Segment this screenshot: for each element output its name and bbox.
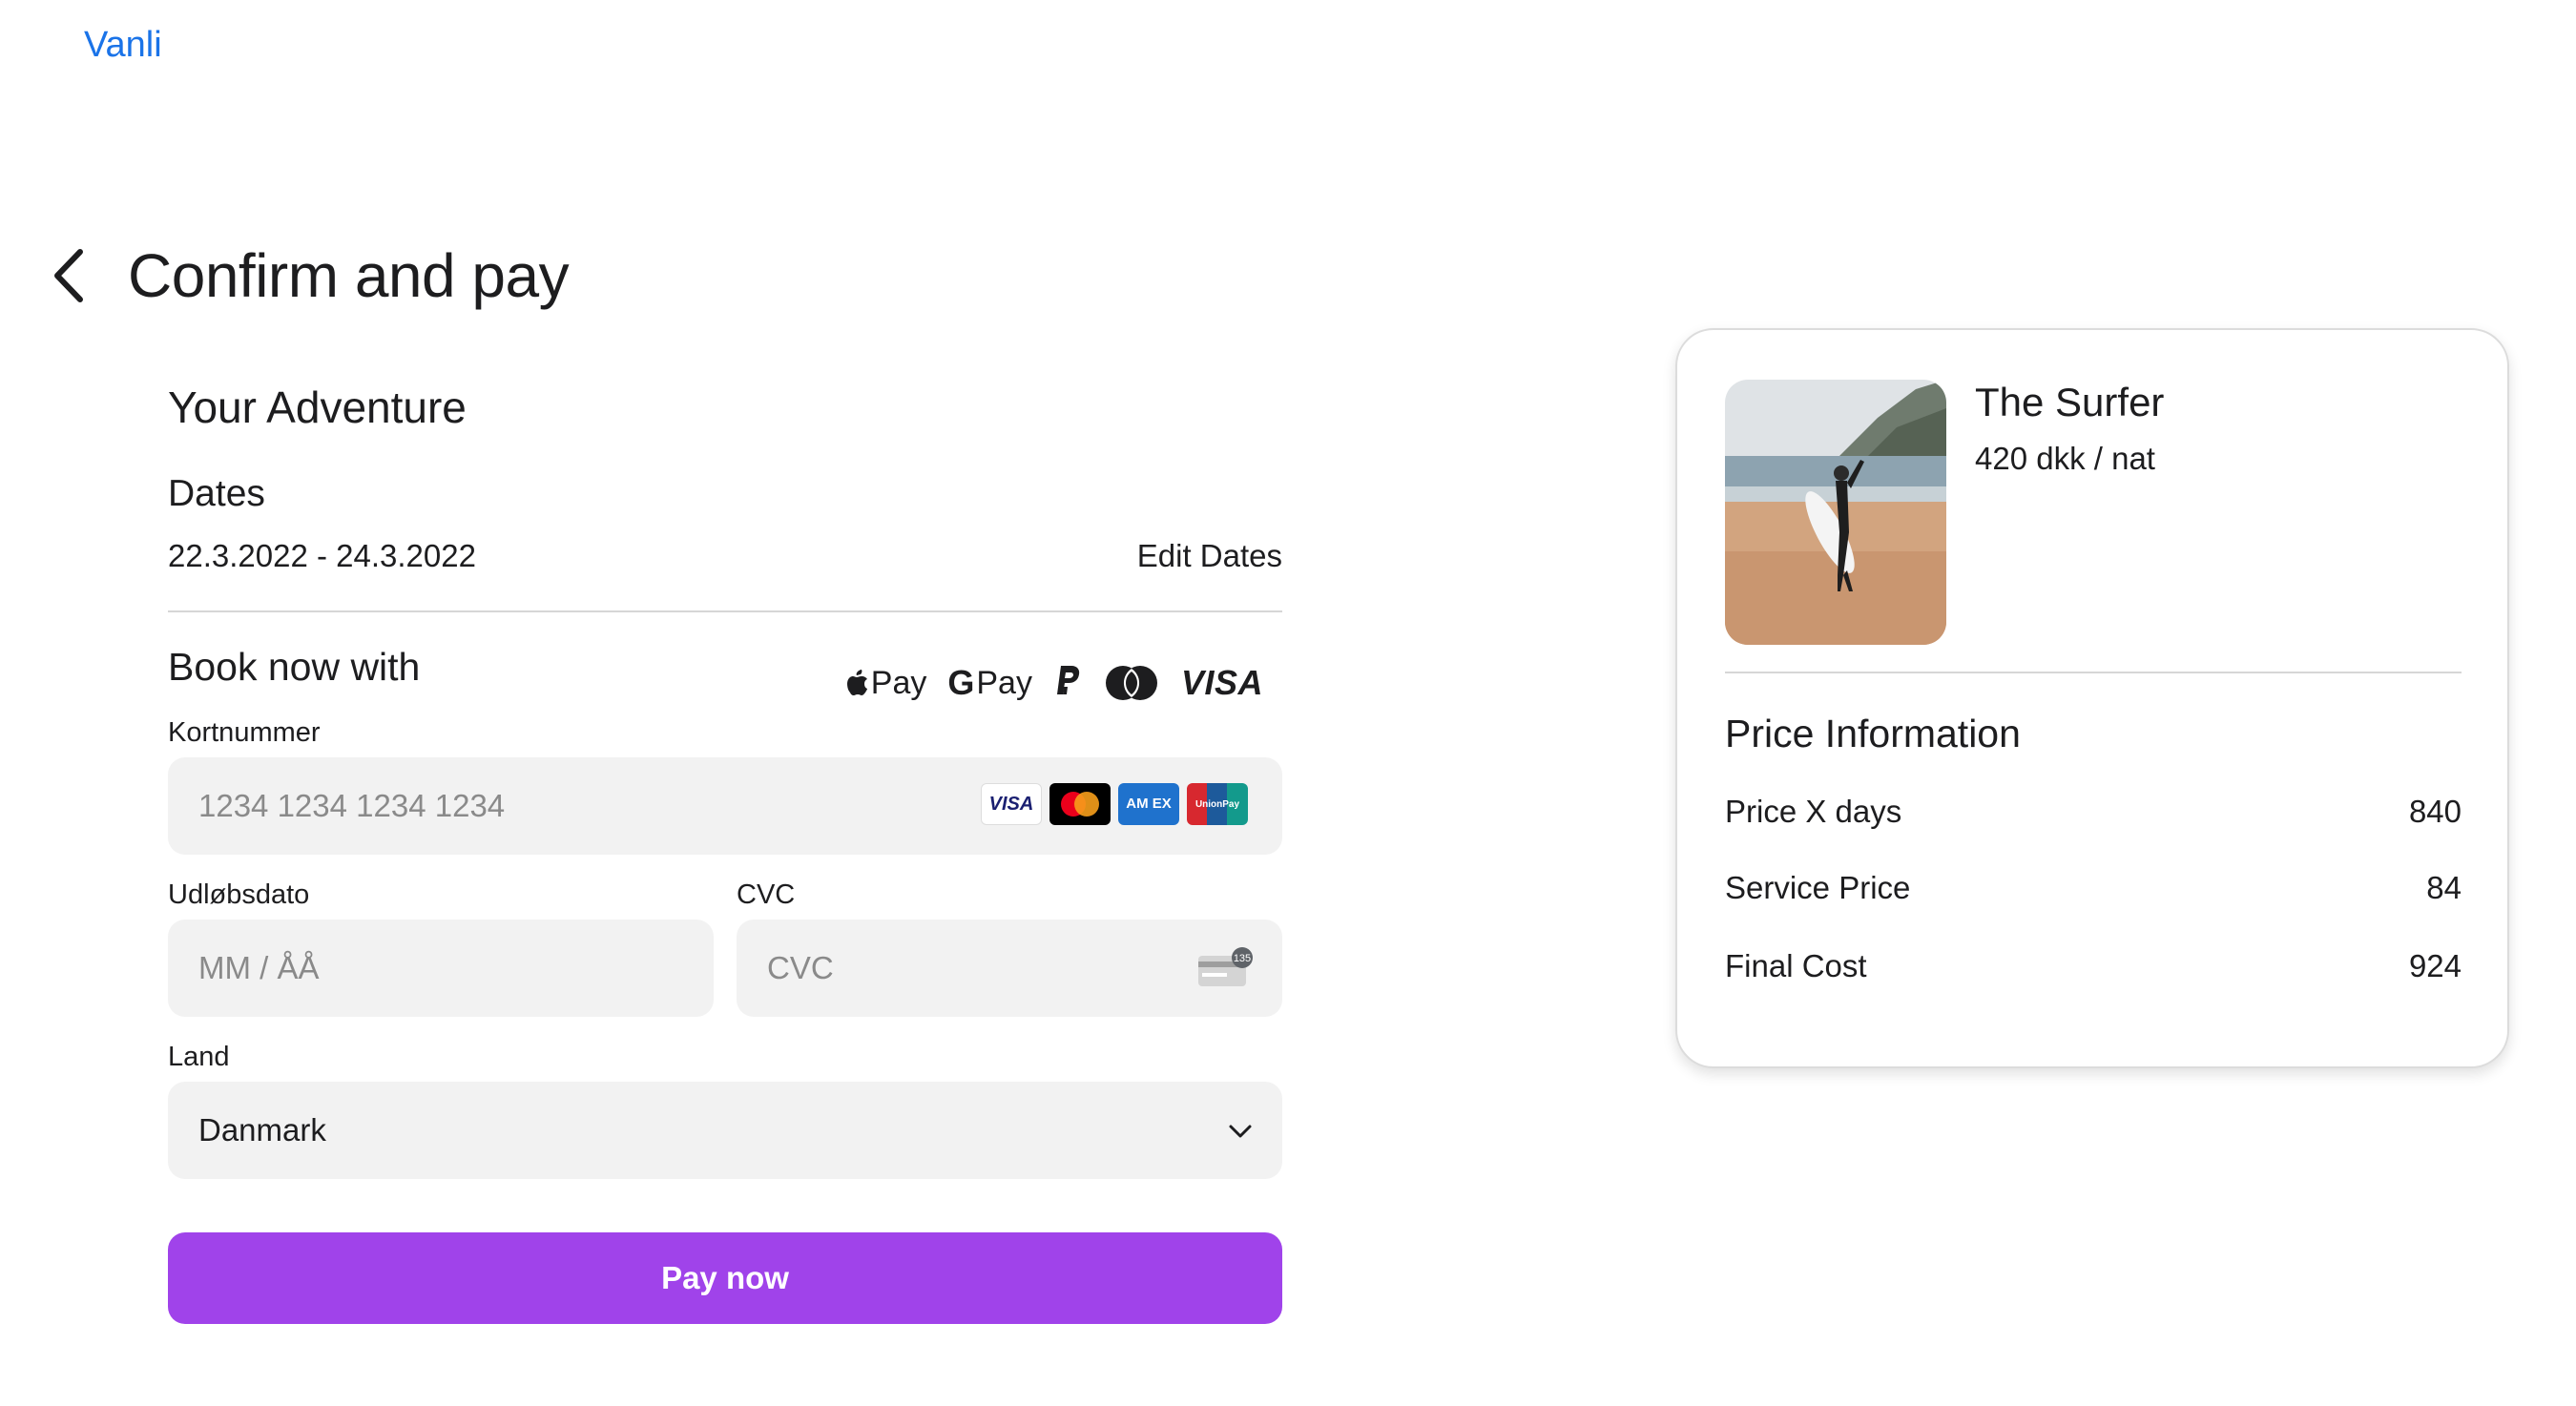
dates-value: 22.3.2022 - 24.3.2022 [168, 538, 476, 573]
price-info-heading: Price Information [1725, 712, 2021, 755]
country-value: Danmark [198, 1112, 326, 1148]
apple-icon [846, 670, 867, 695]
google-pay-logo[interactable]: G Pay [947, 663, 1032, 703]
google-pay-text: Pay [976, 664, 1032, 701]
price-row-label: Price X days [1725, 794, 1902, 829]
pay-now-button[interactable]: Pay now [168, 1232, 1282, 1324]
divider [168, 610, 1282, 612]
mastercard-badge-icon [1049, 783, 1111, 825]
price-row-value: 840 [2408, 794, 2462, 829]
price-row-label: Service Price [1725, 870, 1911, 905]
cvc-label: CVC [737, 879, 796, 910]
cvc-icon-text: 135 [1234, 953, 1251, 964]
card-number-label: Kortnummer [168, 717, 321, 748]
price-row-label: Final Cost [1725, 948, 1867, 983]
visa-badge-icon: VISA [981, 783, 1042, 825]
card-brands: VISA AM EX UnionPay [981, 783, 1248, 825]
brand-link[interactable]: Vanli [84, 25, 162, 66]
listing-photo [1725, 380, 1946, 645]
price-row: Final Cost 924 [1725, 948, 2462, 984]
country-select[interactable]: Danmark [168, 1082, 1282, 1179]
expiry-placeholder: MM / ÅÅ [198, 950, 320, 985]
payment-methods: Pay G Pay VISA [844, 658, 1263, 708]
listing-title: The Surfer [1975, 380, 2165, 424]
card-number-placeholder: 1234 1234 1234 1234 [198, 788, 506, 823]
visa-logo[interactable]: VISA [1181, 663, 1263, 703]
summary-divider [1725, 672, 2462, 673]
price-row: Service Price 84 [1725, 870, 2462, 906]
booking-summary-card: The Surfer 420 dkk / nat Price Informati… [1675, 328, 2509, 1068]
back-arrow-icon[interactable] [48, 246, 90, 305]
book-now-heading: Book now with [168, 645, 421, 689]
price-row-value: 924 [2408, 948, 2462, 983]
google-g-text: G [947, 663, 975, 702]
unionpay-badge-icon: UnionPay [1187, 783, 1248, 825]
price-row: Price X days 840 [1725, 794, 2462, 830]
card-number-input[interactable]: 1234 1234 1234 1234 VISA AM EX UnionPay [168, 757, 1282, 855]
dates-heading: Dates [168, 473, 265, 514]
cvc-placeholder: CVC [767, 950, 834, 985]
listing-rate: 420 dkk / nat [1975, 441, 2155, 476]
adventure-heading: Your Adventure [168, 383, 467, 432]
edit-dates-link[interactable]: Edit Dates [1137, 538, 1282, 574]
apple-pay-logo[interactable]: Pay [844, 664, 927, 702]
expiry-label: Udløbsdato [168, 879, 310, 910]
paypal-icon[interactable] [1053, 664, 1082, 702]
mastercard-icon[interactable] [1103, 664, 1160, 702]
chevron-down-icon [1229, 1125, 1252, 1138]
apple-pay-text: Pay [870, 664, 927, 701]
expiry-input[interactable]: MM / ÅÅ [168, 920, 714, 1017]
country-label: Land [168, 1042, 230, 1072]
amex-badge-icon: AM EX [1118, 783, 1179, 825]
price-row-value: 84 [2426, 870, 2462, 905]
page-title: Confirm and pay [128, 241, 570, 310]
cvc-input[interactable]: CVC 135 [737, 920, 1282, 1017]
cvc-card-icon: 135 [1198, 947, 1253, 986]
